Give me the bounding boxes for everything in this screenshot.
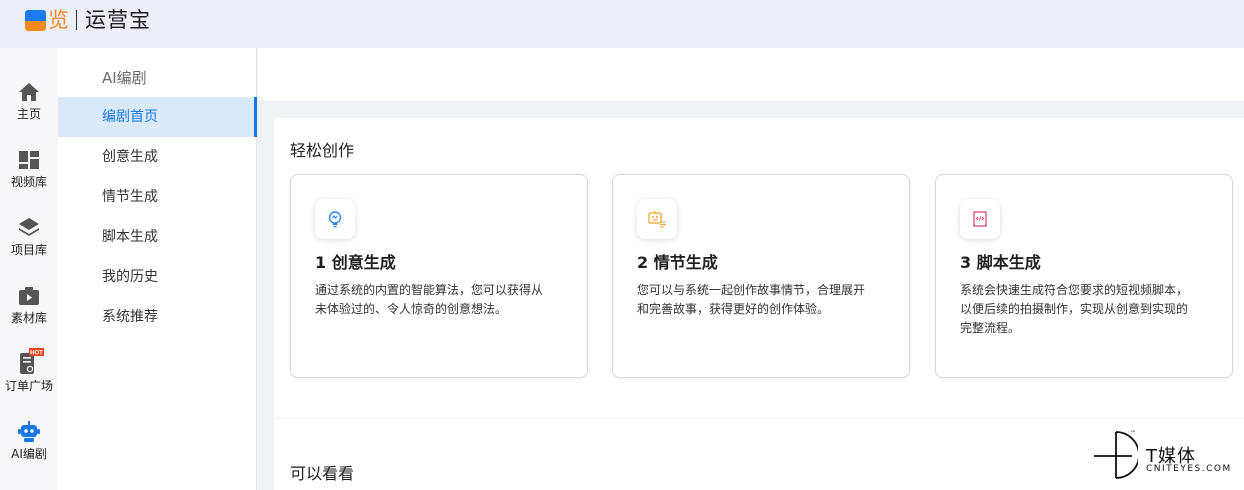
- icon-rail: 主页 视频库 项目库 素材库 HOT 订单广场 AI编剧: [0, 48, 58, 490]
- rail-label: 主页: [16, 107, 41, 121]
- rail-label: 素材库: [10, 311, 47, 325]
- submenu-item-history[interactable]: 我的历史: [58, 257, 257, 297]
- section-title: 轻松创作: [290, 141, 355, 160]
- create-panel: 轻松创作 1 创意生成 通过系统的内置的智能算法，您可以获得从未体验过的、令人惊…: [274, 118, 1244, 418]
- watermark-logo-icon: [1094, 431, 1138, 479]
- logo-divider: [76, 10, 77, 30]
- rail-item-projects[interactable]: 项目库: [0, 216, 58, 258]
- rail-item-materials[interactable]: 素材库: [0, 284, 58, 326]
- card-desc: 您可以与系统一起创作故事情节，合理展开和完善故事，获得更好的创作体验。: [637, 283, 866, 316]
- app-logo[interactable]: 览 运营宝: [25, 7, 151, 33]
- card-idea[interactable]: 1 创意生成 通过系统的内置的智能算法，您可以获得从未体验过的、令人惊奇的创意想…: [290, 174, 588, 378]
- rail-item-video-library[interactable]: 视频库: [0, 148, 58, 190]
- video-library-icon: [19, 151, 39, 169]
- rail-item-home[interactable]: 主页: [0, 80, 58, 122]
- order-icon: HOT: [20, 348, 44, 374]
- submenu: AI编剧 编剧首页 创意生成 情节生成 脚本生成 我的历史 系统推荐: [58, 48, 257, 490]
- rail-item-ai-writer[interactable]: AI编剧: [0, 420, 58, 462]
- card-desc: 通过系统的内置的智能算法，您可以获得从未体验过的、令人惊奇的创意想法。: [315, 283, 544, 316]
- rail-label: AI编剧: [11, 447, 47, 461]
- rail-label: 项目库: [10, 243, 47, 257]
- rail-label: 订单广场: [4, 379, 53, 393]
- code-script-icon: [960, 199, 1000, 239]
- card-title: 2 情节生成: [637, 253, 718, 272]
- card-title: 3 脚本生成: [960, 253, 1041, 272]
- card-script[interactable]: 3 脚本生成 系统会快速生成符合您要求的短视频脚本，以便后续的拍摄制作，实现从创…: [935, 174, 1233, 378]
- submenu-item-recommend[interactable]: 系统推荐: [58, 297, 257, 337]
- submenu-item-home[interactable]: 编剧首页: [58, 97, 257, 137]
- submenu-item-plot[interactable]: 情节生成: [58, 177, 257, 217]
- logo-mark-icon: [25, 9, 46, 31]
- material-box-icon: [19, 287, 39, 305]
- layers-icon: [19, 218, 39, 236]
- hot-badge: HOT: [30, 351, 43, 357]
- watermark-tm: ™: [1130, 430, 1136, 437]
- plot-icon: [637, 199, 677, 239]
- top-bar: 览 运营宝: [0, 0, 1244, 48]
- rail-item-orders[interactable]: HOT 订单广场: [0, 348, 58, 394]
- section2-title: 可以看看: [290, 464, 355, 483]
- watermark: ™ T媒体 CNITEYES.COM: [1092, 430, 1242, 480]
- submenu-item-idea[interactable]: 创意生成: [58, 137, 257, 177]
- card-desc: 系统会快速生成符合您要求的短视频脚本，以便后续的拍摄制作，实现从创意到实现的完整…: [960, 283, 1189, 335]
- card-title: 1 创意生成: [315, 253, 396, 272]
- watermark-sub: CNITEYES.COM: [1146, 464, 1232, 474]
- submenu-item-script[interactable]: 脚本生成: [58, 217, 257, 257]
- main-header: [258, 48, 1244, 102]
- robot-icon: [18, 421, 40, 442]
- logo-char: 览: [48, 8, 69, 32]
- card-plot[interactable]: 2 情节生成 您可以与系统一起创作故事情节，合理展开和完善故事，获得更好的创作体…: [612, 174, 910, 378]
- lightbulb-icon: [315, 199, 355, 239]
- app-name: 运营宝: [85, 8, 151, 32]
- rail-label: 视频库: [10, 175, 47, 189]
- submenu-title: AI编剧: [102, 69, 147, 87]
- home-icon: [19, 83, 39, 101]
